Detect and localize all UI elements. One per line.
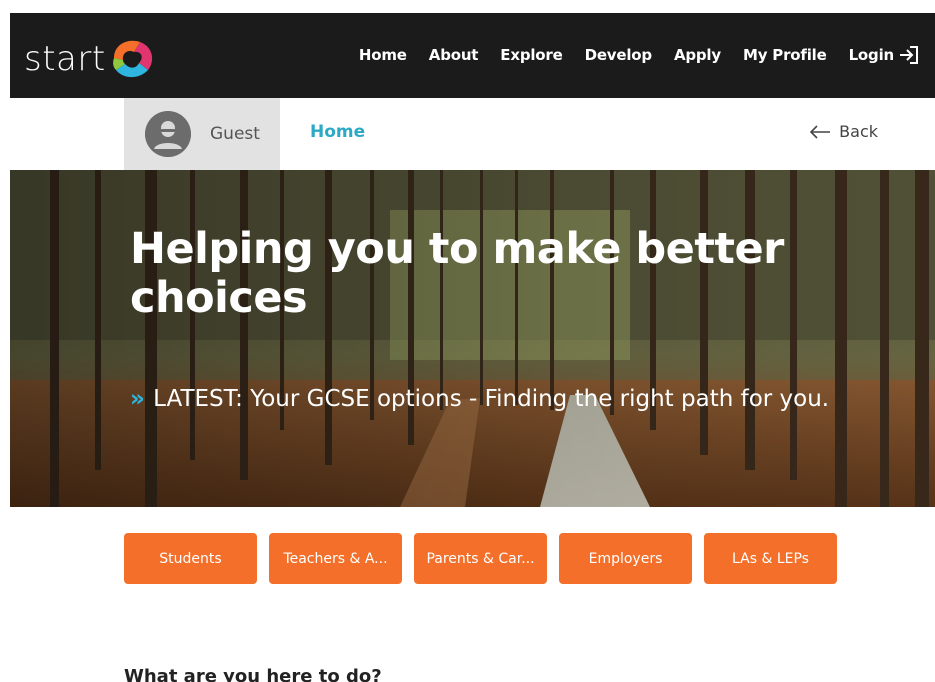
nav-explore[interactable]: Explore (500, 46, 562, 64)
nav-home[interactable]: Home (359, 46, 407, 64)
main-nav: Home About Explore Develop Apply My Prof… (337, 43, 921, 67)
nav-develop[interactable]: Develop (585, 46, 653, 64)
top-navigation-bar: start Home About Explore Develop Apply M… (10, 13, 935, 98)
start-swirl-icon (112, 40, 152, 78)
hero-overlay (10, 170, 935, 507)
employers-button[interactable]: Employers (559, 533, 692, 584)
audience-button-row: Students Teachers & A... Parents & Car..… (124, 533, 837, 584)
user-avatar-icon (145, 111, 191, 157)
parents-button[interactable]: Parents & Car... (414, 533, 547, 584)
user-menu[interactable]: Guest (124, 98, 280, 170)
nav-my-profile[interactable]: My Profile (743, 46, 827, 64)
nav-login-label: Login (848, 46, 895, 64)
user-name: Guest (210, 124, 260, 144)
teachers-button[interactable]: Teachers & A... (269, 533, 402, 584)
las-leps-button[interactable]: LAs & LEPs (704, 533, 837, 584)
user-subbar: Guest Home Back (10, 98, 935, 170)
back-label: Back (839, 122, 878, 141)
nav-about[interactable]: About (429, 46, 479, 64)
nav-login[interactable]: Login (849, 44, 921, 66)
latest-text: LATEST: Your GCSE options - Finding the … (153, 386, 830, 412)
back-button[interactable]: Back (808, 122, 878, 141)
double-chevron-right-icon: » (130, 386, 145, 412)
hero-title: Helping you to make better choices (130, 224, 784, 323)
nav-apply[interactable]: Apply (674, 46, 721, 64)
site-logo[interactable]: start (24, 39, 158, 79)
logo-text: start (24, 39, 106, 79)
latest-link[interactable]: » LATEST: Your GCSE options - Finding th… (130, 380, 850, 418)
sign-in-icon (900, 46, 918, 64)
section-heading: What are you here to do? (124, 666, 382, 682)
arrow-left-icon (810, 124, 831, 139)
hero-banner: Helping you to make better choices » LAT… (10, 170, 935, 507)
students-button[interactable]: Students (124, 533, 257, 584)
page: start Home About Explore Develop Apply M… (0, 0, 935, 682)
breadcrumb-home[interactable]: Home (310, 122, 365, 142)
